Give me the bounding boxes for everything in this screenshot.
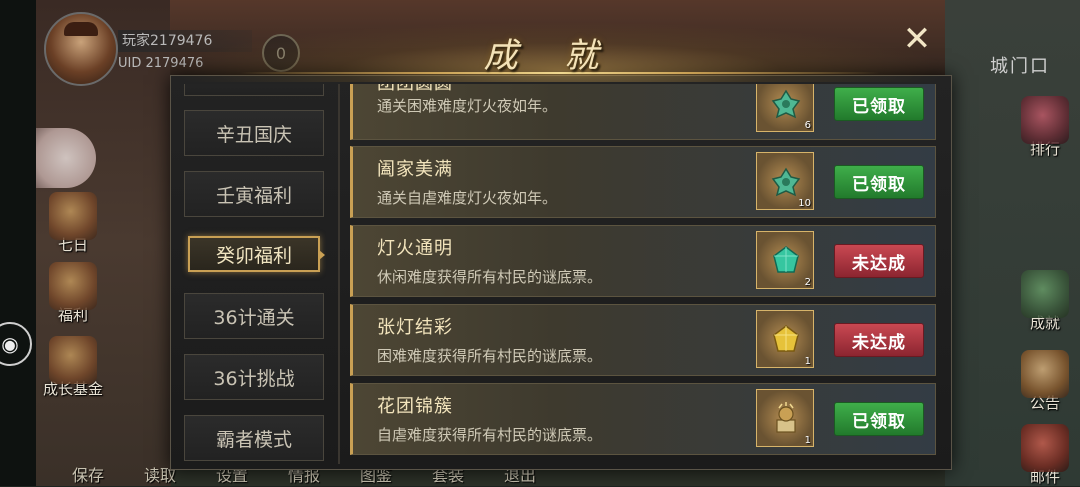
achievement-row: 阖家美满 通关自虐难度灯火夜如年。 10 已领取 [350,146,936,218]
achievement-desc: 困难难度获得所有村民的谜底票。 [377,347,603,365]
avatar[interactable] [44,12,118,86]
emerald-gem-icon [773,246,799,273]
achievement-desc: 自虐难度获得所有村民的谜底票。 [377,426,603,444]
achievement-name: 团团圆圆 [377,84,453,95]
reward-item[interactable]: 1 [756,310,814,368]
category-tabs: 辛丑国庆 壬寅福利 癸卯福利 36计通关 36计挑战 霸者模式 [182,84,326,462]
achievement-row: 灯火通明 休闲难度获得所有村民的谜底票。 2 未达成 [350,225,936,297]
jade-icon [771,167,801,197]
achievement-name: 花团锦簇 [377,396,453,417]
reward-count: 6 [804,120,811,131]
achievement-list[interactable]: 团团圆圆 通关困难难度灯火夜如年。 6 已领取 阖家美满 通关自虐难度灯火夜如年… [350,84,936,464]
tab-renyin-welfare[interactable]: 壬寅福利 [184,171,324,217]
side-button-growth-fund[interactable]: 成长基金 [38,336,108,399]
status-button-unmet[interactable]: 未达成 [834,244,924,278]
panel-divider [338,84,340,464]
active-tab-arrow-icon [319,250,325,260]
gold-gem-icon [773,325,799,352]
modal-title: 成 就 [483,36,617,76]
status-button-claimed[interactable]: 已领取 [834,402,924,436]
location-label: 城门口 [990,56,1050,77]
menu-save[interactable]: 保存 [52,462,124,486]
achievement-icon [1021,270,1069,318]
achievement-desc: 休闲难度获得所有村民的谜底票。 [377,268,603,286]
ranking-icon [1021,96,1069,144]
tab-hidden-top[interactable] [184,84,324,96]
growth-fund-icon [49,336,97,384]
tab-guimao-welfare[interactable]: 癸卯福利 [188,236,320,272]
welfare-icon [49,262,97,310]
side-button-seven-day[interactable]: 七日 [38,192,108,255]
reward-item[interactable]: 10 [756,152,814,210]
status-button-claimed[interactable]: 已领取 [834,165,924,199]
achievement-desc: 通关困难难度灯火夜如年。 [377,97,558,115]
notice-icon [1021,350,1069,398]
achievement-row: 花团锦簇 自虐难度获得所有村民的谜底票。 1 已领取 [350,383,936,455]
reward-item[interactable]: 1 [756,389,814,447]
tab-36-strategies-challenge[interactable]: 36计挑战 [184,354,324,400]
character-icon [36,128,96,188]
seven-day-icon [49,192,97,240]
tab-overlord-mode[interactable]: 霸者模式 [184,415,324,461]
achievement-row: 张灯结彩 困难难度获得所有村民的谜底票。 1 未达成 [350,304,936,376]
achievement-name: 阖家美满 [377,159,453,180]
achievement-name: 灯火通明 [377,238,453,259]
status-button-claimed[interactable]: 已领取 [834,87,924,121]
achievement-row: 团团圆圆 通关困难难度灯火夜如年。 6 已领取 [350,84,936,140]
close-button[interactable]: ✕ [900,22,934,56]
tab-36-strategies-clear[interactable]: 36计通关 [184,293,324,339]
side-button-welfare[interactable]: 福利 [38,262,108,325]
side-button-notice[interactable]: 公告 [1010,350,1080,413]
jade-icon [771,89,801,119]
reward-count: 1 [804,435,811,446]
relic-icon [776,402,796,433]
side-button-mail[interactable]: 邮件 [1010,424,1080,487]
tab-xinchou-national-day[interactable]: 辛丑国庆 [184,110,324,156]
side-button-character[interactable] [36,128,106,188]
achievement-name: 张灯结彩 [377,317,453,338]
reward-item[interactable]: 6 [756,84,814,132]
status-button-unmet[interactable]: 未达成 [834,323,924,357]
reward-count: 10 [798,198,811,209]
reward-count: 1 [804,356,811,367]
side-button-achievement[interactable]: 成就 [1010,270,1080,333]
mail-icon [1021,424,1069,472]
reward-item[interactable]: 2 [756,231,814,289]
side-button-ranking[interactable]: 排行 [1010,96,1080,159]
achievement-desc: 通关自虐难度灯火夜如年。 [377,189,558,207]
reward-count: 2 [804,277,811,288]
